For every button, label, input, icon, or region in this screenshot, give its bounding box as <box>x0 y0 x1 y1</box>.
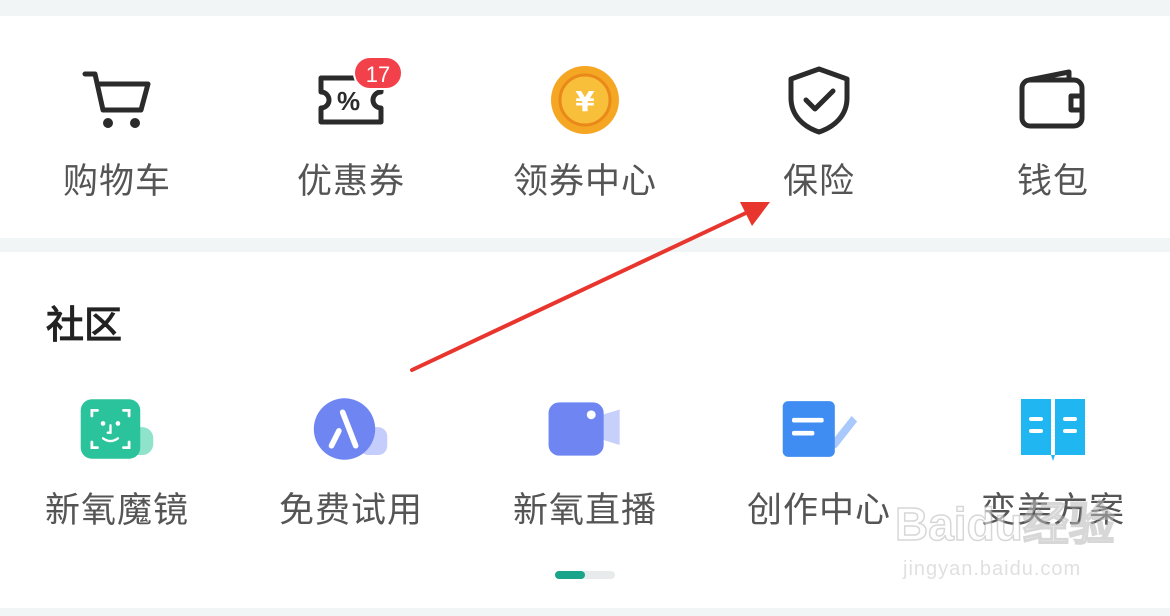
page-indicator <box>555 571 615 579</box>
community-item-creator[interactable]: 创作中心 <box>702 389 936 549</box>
community-item-plan[interactable]: 变美方案 <box>936 389 1170 549</box>
coupon-icon: % 17 <box>311 56 403 140</box>
community-item-live[interactable]: 新氧直播 <box>468 389 702 549</box>
community-item-mirror[interactable]: 新氧魔镜 <box>0 389 234 549</box>
service-label: 保险 <box>782 162 855 202</box>
live-video-icon <box>545 389 625 469</box>
services-card: 购物车 % 17 优惠券 ¥ 领券中心 保险 钱包 <box>0 16 1170 238</box>
shopping-cart-icon <box>77 60 157 140</box>
service-label: 领券中心 <box>512 162 657 202</box>
service-label: 优惠券 <box>296 162 405 202</box>
community-card: 社区 新氧魔镜 免费试用 新氧直播 创作中心 变美方案 <box>0 252 1170 608</box>
service-insurance[interactable]: 保险 <box>702 60 936 210</box>
section-title: 社区 <box>46 303 123 347</box>
svg-text:%: % <box>337 86 360 116</box>
service-label: 钱包 <box>1016 162 1089 202</box>
shield-check-icon <box>779 60 859 140</box>
svg-text:¥: ¥ <box>575 85 595 118</box>
service-cart[interactable]: 购物车 <box>0 60 234 210</box>
community-label: 新氧直播 <box>512 491 657 531</box>
service-wallet[interactable]: 钱包 <box>936 60 1170 210</box>
coupon-count-badge: 17 <box>353 56 403 90</box>
service-coupon-center[interactable]: ¥ 领券中心 <box>468 60 702 210</box>
service-label: 购物车 <box>62 162 171 202</box>
community-label: 免费试用 <box>278 491 423 531</box>
book-plan-icon <box>1013 389 1093 469</box>
community-label: 新氧魔镜 <box>44 491 189 531</box>
community-item-trial[interactable]: 免费试用 <box>234 389 468 549</box>
wallet-icon <box>1013 60 1093 140</box>
community-label: 创作中心 <box>746 491 891 531</box>
free-trial-icon <box>311 389 391 469</box>
service-coupon[interactable]: % 17 优惠券 <box>234 56 468 210</box>
community-grid: 新氧魔镜 免费试用 新氧直播 创作中心 变美方案 <box>0 389 1170 549</box>
services-grid: 购物车 % 17 优惠券 ¥ 领券中心 保险 钱包 <box>0 56 1170 210</box>
page-indicator-active <box>555 571 585 579</box>
community-label: 变美方案 <box>980 491 1125 531</box>
face-scan-icon <box>77 389 157 469</box>
coin-yuan-icon: ¥ <box>545 60 625 140</box>
creator-doc-icon <box>779 389 859 469</box>
